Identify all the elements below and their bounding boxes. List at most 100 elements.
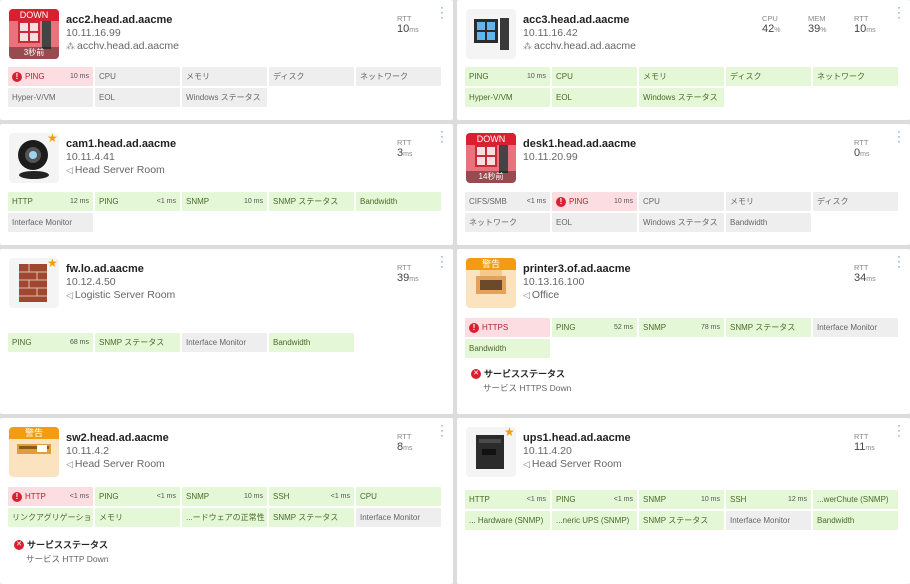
device-card[interactable]: acc3.head.ad.aacme 10.11.16.42 ⁂ acchv.head…	[457, 0, 910, 120]
more-options-icon[interactable]: · · ·	[896, 250, 902, 272]
sensor-chip[interactable]: PING <1 ms	[95, 192, 180, 211]
sensor-chip[interactable]: ...ードウェアの正常性	[182, 508, 267, 527]
sensor-chip[interactable]: メモリ	[726, 192, 811, 211]
sensor-chip[interactable]: Interface Monitor	[813, 318, 898, 337]
more-options-icon[interactable]: · · ·	[439, 419, 445, 441]
sensor-chip[interactable]: ...neric UPS (SNMP)	[552, 511, 637, 530]
sensor-chip[interactable]: CPU	[95, 67, 180, 86]
status-badge: 警告	[466, 258, 516, 270]
hostname[interactable]: acc2.head.ad.aacme	[66, 14, 179, 27]
sensor-chip[interactable]: PING 68 ms	[8, 333, 93, 352]
device-card[interactable]: ★ cam1.head.ad.aacme 10.11.4.41 ◁ Head Serve…	[0, 124, 453, 245]
alert-message[interactable]: ✕ サービスステータス サービス HTTP Down	[14, 538, 109, 565]
more-options-icon[interactable]: · · ·	[439, 250, 445, 272]
sensor-chip[interactable]: SNMP 10 ms	[182, 487, 267, 506]
sensor-chip[interactable]: ! PING 10 ms	[552, 192, 637, 211]
device-thumbnail[interactable]: DOWN 3秒前	[9, 9, 59, 59]
sensor-chip[interactable]: ディスク	[813, 192, 898, 211]
sensor-chip[interactable]: メモリ	[182, 67, 267, 86]
hostname[interactable]: ups1.head.ad.aacme	[523, 432, 631, 445]
sensor-chip[interactable]: Interface Monitor	[356, 508, 441, 527]
sensor-chip[interactable]: EOL	[552, 213, 637, 232]
sensor-chip[interactable]: SSH 12 ms	[726, 490, 811, 509]
device-thumbnail[interactable]: 警告	[9, 427, 59, 477]
sensor-chip[interactable]: PING 52 ms	[552, 318, 637, 337]
sensor-chip[interactable]: SNMP ステータス	[726, 318, 811, 337]
metric-label: RTT	[397, 14, 412, 23]
metric-value: 0ms	[854, 147, 882, 161]
sensor-chip[interactable]: EOL	[95, 88, 180, 107]
sensor-chip[interactable]: CPU	[552, 67, 637, 86]
hostname[interactable]: desk1.head.ad.aacme	[523, 138, 636, 151]
sensor-chip[interactable]: CPU	[639, 192, 724, 211]
sensor-chip[interactable]: ディスク	[726, 67, 811, 86]
hostname[interactable]: fw.lo.ad.aacme	[66, 263, 175, 276]
sensor-chip[interactable]: SNMP ステータス	[269, 192, 354, 211]
sensor-chip[interactable]: EOL	[552, 88, 637, 107]
hostname[interactable]: sw2.head.ad.aacme	[66, 432, 169, 445]
sensor-name: メモリ	[730, 192, 754, 211]
sensor-chip[interactable]: Bandwidth	[465, 339, 550, 358]
sensor-chip[interactable]: SNMP ステータス	[639, 511, 724, 530]
sensor-chip[interactable]: Bandwidth	[356, 192, 441, 211]
device-thumbnail[interactable]	[466, 9, 516, 59]
sensor-chip[interactable]: ...werChute (SNMP)	[813, 490, 898, 509]
location: ◁ Head Server Room	[66, 164, 176, 177]
sensor-chip[interactable]: PING 10 ms	[465, 67, 550, 86]
sensor-chip[interactable]: Hyper-V/VM	[465, 88, 550, 107]
sensor-chip[interactable]: SNMP ステータス	[95, 333, 180, 352]
device-card[interactable]: 警告 printer3.of.ad.aacme 10.13.16.100 ◁ Offic…	[457, 249, 910, 414]
sensor-chip[interactable]: SNMP ステータス	[269, 508, 354, 527]
sensor-chip[interactable]: SNMP 10 ms	[182, 192, 267, 211]
sensor-chip[interactable]: Hyper-V/VM	[8, 88, 93, 107]
sensor-chip[interactable]: Interface Monitor	[726, 511, 811, 530]
sensor-chip[interactable]: メモリ	[95, 508, 180, 527]
sensor-chip[interactable]: Bandwidth	[813, 511, 898, 530]
more-options-icon[interactable]: · · ·	[896, 1, 902, 23]
sensor-label: メモリ	[99, 513, 123, 522]
device-card[interactable]: DOWN 3秒前 acc2.head.ad.aacme 10.11.16.99 ⁂ acc…	[0, 0, 453, 120]
more-options-icon[interactable]: · · ·	[896, 419, 902, 441]
sensor-chip[interactable]: リンクアグリゲーション	[8, 508, 93, 527]
hostname[interactable]: printer3.of.ad.aacme	[523, 263, 631, 276]
sensor-chip[interactable]: ディスク	[269, 67, 354, 86]
sensor-chip[interactable]: ネットワーク	[465, 213, 550, 232]
sensor-chip[interactable]: ネットワーク	[356, 67, 441, 86]
sensor-chip[interactable]: Bandwidth	[726, 213, 811, 232]
sensor-name: SSH	[730, 490, 746, 509]
sensor-chip[interactable]: Windows ステータス	[639, 213, 724, 232]
sensor-chip[interactable]: Windows ステータス	[639, 88, 724, 107]
sensor-chip[interactable]: ! HTTPS	[465, 318, 550, 337]
device-card[interactable]: ★ fw.lo.ad.aacme 10.12.4.50 ◁ Logistic Serve…	[0, 249, 453, 414]
sensor-chip[interactable]: Windows ステータス	[182, 88, 267, 107]
sensor-chip[interactable]: SNMP 10 ms	[639, 490, 724, 509]
more-options-icon[interactable]: · · ·	[896, 125, 902, 147]
sensor-chip[interactable]: PING <1 ms	[95, 487, 180, 506]
sensor-chip[interactable]: ... Hardware (SNMP)	[465, 511, 550, 530]
sensor-chip[interactable]: Interface Monitor	[8, 213, 93, 232]
sensor-chip[interactable]: SSH <1 ms	[269, 487, 354, 506]
sensor-label: ...neric UPS (SNMP)	[556, 516, 630, 525]
alert-message[interactable]: ✕ サービスステータス サービス HTTPS Down	[471, 367, 571, 394]
sensor-chip[interactable]: ! PING 10 ms	[8, 67, 93, 86]
sensor-chip[interactable]: Interface Monitor	[182, 333, 267, 352]
sensor-chip[interactable]: HTTP 12 ms	[8, 192, 93, 211]
sensor-chip[interactable]: CPU	[356, 487, 441, 506]
device-thumbnail[interactable]: DOWN 14秒前	[466, 133, 516, 183]
hostname[interactable]: acc3.head.ad.aacme	[523, 14, 636, 27]
device-card[interactable]: ★ ups1.head.ad.aacme 10.11.4.20 ◁ Head Serve…	[457, 418, 910, 584]
sensor-chip[interactable]: CIFS/SMB <1 ms	[465, 192, 550, 211]
more-options-icon[interactable]: · · ·	[439, 125, 445, 147]
sensor-chip[interactable]: HTTP <1 ms	[465, 490, 550, 509]
more-options-icon[interactable]: · · ·	[439, 1, 445, 23]
sensor-chip[interactable]: メモリ	[639, 67, 724, 86]
device-thumbnail[interactable]: 警告	[466, 258, 516, 308]
device-card[interactable]: DOWN 14秒前 desk1.head.ad.aacme 10.11.20.99 RT…	[457, 124, 910, 245]
hostname[interactable]: cam1.head.ad.aacme	[66, 138, 176, 151]
sensor-chip[interactable]: ! HTTP <1 ms	[8, 487, 93, 506]
sensor-chip[interactable]: PING <1 ms	[552, 490, 637, 509]
sensor-chip[interactable]: SNMP 78 ms	[639, 318, 724, 337]
sensor-chip[interactable]: ネットワーク	[813, 67, 898, 86]
sensor-chip[interactable]: Bandwidth	[269, 333, 354, 352]
device-card[interactable]: 警告 sw2.head.ad.aacme 10.11.4.2 ◁ Head Server…	[0, 418, 453, 584]
